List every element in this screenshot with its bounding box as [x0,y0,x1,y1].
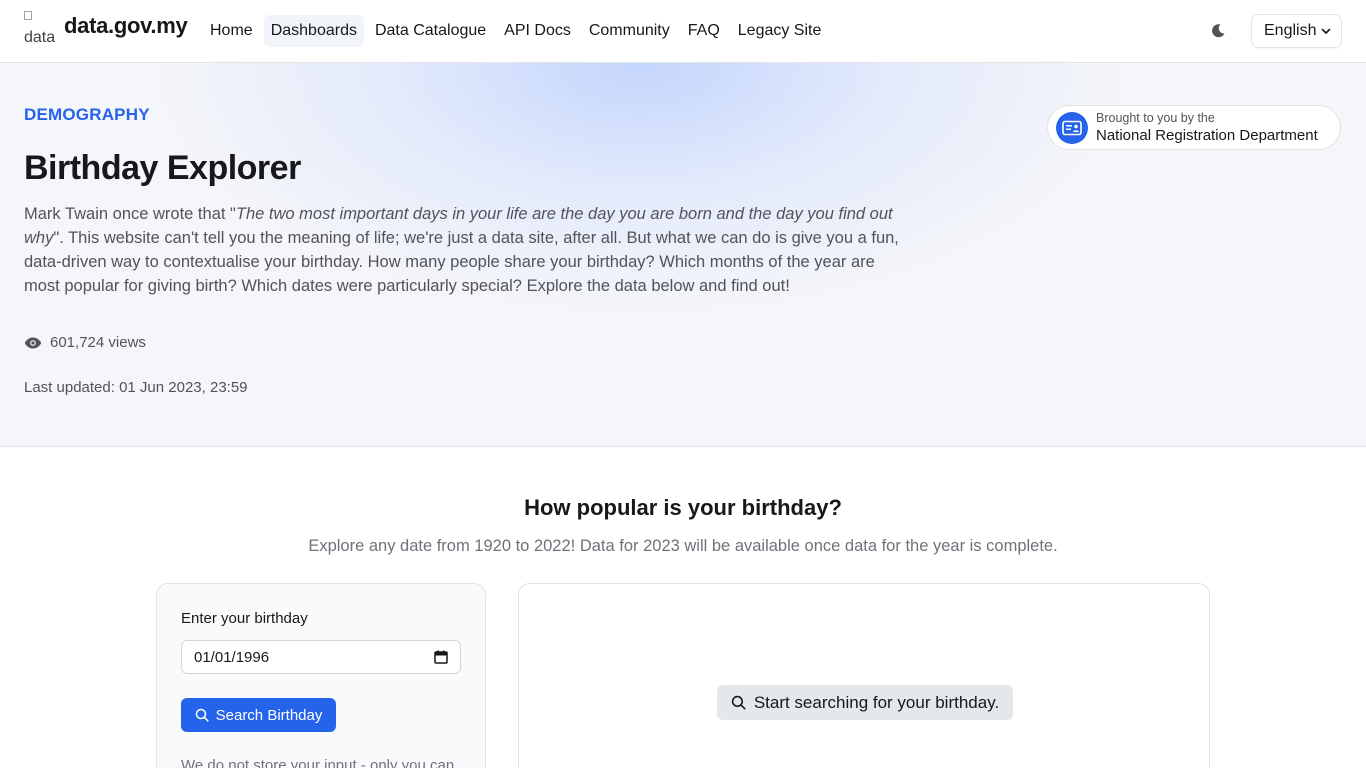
main-nav: Home Dashboards Data Catalogue API Docs … [203,15,828,47]
birthday-form-card: Enter your birthday 01/01/1996 Search Bi… [156,583,486,768]
site-logo-image[interactable]: data [24,11,58,45]
page-description: Mark Twain once wrote that "The two most… [24,202,914,298]
nav-data-catalogue[interactable]: Data Catalogue [368,15,493,47]
eye-icon [24,337,42,348]
theme-toggle-button[interactable] [1204,17,1232,45]
agency-name: National Registration Department [1096,126,1318,144]
view-count: 601,724 views [24,334,146,351]
broken-image-icon [24,11,32,20]
result-card: Start searching for your birthday. [518,583,1210,768]
language-label: English [1264,22,1317,39]
search-button-label: Search Birthday [215,706,323,724]
section-subtitle: Explore any date from 1920 to 2022! Data… [308,537,1058,555]
agency-subtitle: Brought to you by the [1096,110,1215,125]
agency-badge[interactable]: Brought to you by the National Registrat… [1047,105,1341,150]
birthday-input-label: Enter your birthday [181,610,308,627]
agency-text: Brought to you by the National Registrat… [1096,111,1318,145]
calendar-icon[interactable] [434,650,448,664]
site-name[interactable]: data.gov.my [64,13,188,39]
logo-alt-text: data [24,29,56,45]
view-count-text: 601,724 views [50,334,146,351]
search-icon [195,708,209,722]
description-suffix: ". This website can't tell you the meani… [24,229,899,295]
id-card-icon [1056,111,1088,144]
section-title: How popular is your birthday? [524,495,842,520]
category-label: DEMOGRAPHY [24,105,150,124]
empty-state-text: Start searching for your birthday. [753,692,1000,712]
birthday-date-input[interactable]: 01/01/1996 [181,640,461,674]
empty-state-message: Start searching for your birthday. [717,685,1013,720]
nav-community[interactable]: Community [582,15,677,47]
search-birthday-button[interactable]: Search Birthday [181,698,336,732]
top-navigation-bar: data data.gov.my Home Dashboards Data Ca… [0,0,1366,63]
page-title: Birthday Explorer [24,149,301,187]
privacy-note: We do not store your input - only you ca… [181,757,455,768]
search-icon [731,695,746,710]
nav-home[interactable]: Home [203,15,260,47]
moon-icon [1212,24,1225,38]
nav-legacy-site[interactable]: Legacy Site [731,15,829,47]
date-value: 01/01/1996 [194,648,270,666]
hero-section: DEMOGRAPHY Birthday Explorer Mark Twain … [0,63,1366,447]
nav-dashboards[interactable]: Dashboards [263,15,364,47]
language-select[interactable]: English [1251,14,1342,48]
chevron-down-icon [1322,28,1331,34]
description-prefix: Mark Twain once wrote that " [24,205,236,223]
nav-api-docs[interactable]: API Docs [497,15,578,47]
last-updated: Last updated: 01 Jun 2023, 23:59 [24,379,248,396]
nav-faq[interactable]: FAQ [681,15,727,47]
